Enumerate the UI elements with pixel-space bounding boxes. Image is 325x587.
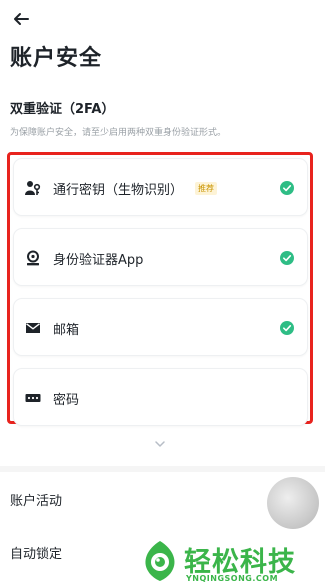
twofa-item-label: 邮箱 [53, 323, 80, 338]
watermark-domain: YNQINGSONG.COM [186, 574, 279, 583]
section-divider [0, 466, 325, 472]
passkey-icon [25, 181, 41, 195]
twofa-item-authenticator[interactable]: 身份验证器App [13, 228, 308, 286]
twofa-item-passkey[interactable]: 通行密钥（生物识别） 推荐 [13, 158, 308, 216]
twofa-item-password[interactable]: 密码 [13, 368, 308, 426]
chevron-down-icon[interactable] [154, 440, 166, 448]
authenticator-icon [27, 250, 39, 266]
back-arrow-icon[interactable] [10, 8, 32, 30]
twofa-section-title: 双重验证（2FA） [10, 102, 115, 117]
page-title: 账户安全 [10, 46, 103, 71]
twofa-item-label: 身份验证器App [53, 253, 144, 268]
password-icon [25, 394, 41, 402]
check-icon [280, 321, 294, 335]
mail-icon [26, 323, 40, 333]
recommended-badge: 推荐 [195, 182, 217, 195]
twofa-item-email[interactable]: 邮箱 [13, 298, 308, 356]
leaf-logo-icon [145, 541, 175, 581]
watermark: 轻松科技 YNQINGSONG.COM [136, 537, 325, 587]
twofa-section-description: 为保障账户安全，请至少启用两种双重身份验证形式。 [10, 128, 227, 138]
twofa-item-label: 密码 [53, 393, 80, 408]
check-icon [280, 251, 294, 265]
check-icon [280, 181, 294, 195]
auto-lock-row[interactable]: 自动锁定 [10, 543, 62, 562]
account-activity-row[interactable]: 账户活动 [10, 490, 62, 509]
floating-assistive-button[interactable] [267, 477, 319, 529]
twofa-item-label: 通行密钥（生物识别） [53, 183, 184, 198]
